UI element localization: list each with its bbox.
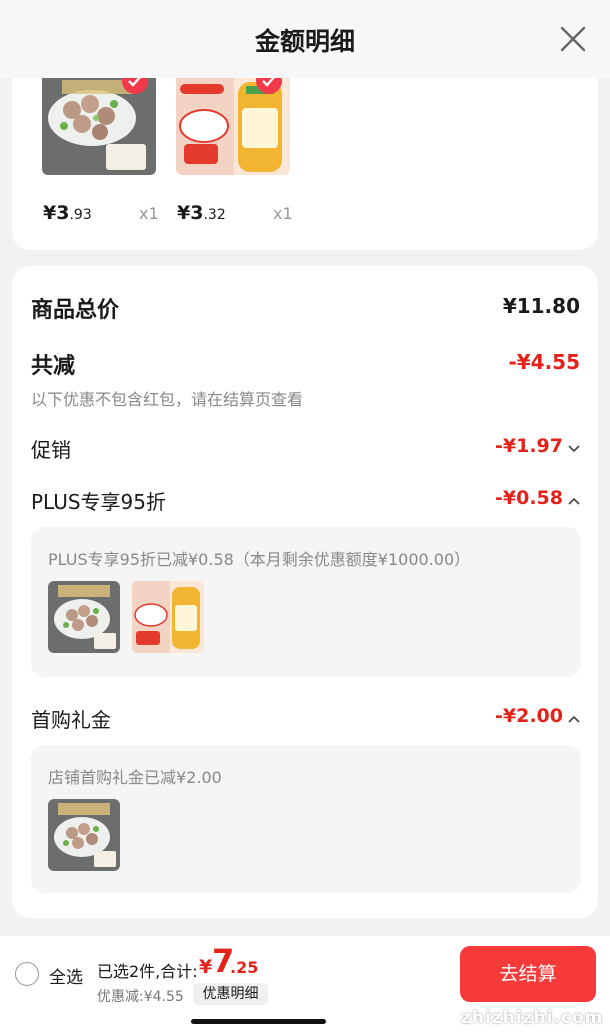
reduce-note: 以下优惠不包含红包，请在结算页查看 xyxy=(31,390,304,409)
chevron-up-icon xyxy=(566,488,580,510)
price-decimal: .32 xyxy=(203,207,226,223)
gift-label: 首购礼金 xyxy=(31,708,111,732)
discount-summary: 优惠减:¥4.55 xyxy=(97,989,184,1005)
total-price-label: 商品总价 xyxy=(31,298,120,323)
watermark: zhizhizhi.com xyxy=(461,1008,604,1028)
item-price: ¥3.32 xyxy=(177,202,226,224)
page-title: 金额明细 xyxy=(254,27,355,56)
select-all-label[interactable]: 全选 xyxy=(49,963,83,988)
total-reduce-value: -¥4.55 xyxy=(508,350,580,374)
price-symbol: ¥ xyxy=(177,202,191,224)
product-card: ¥3.93 x1 ¥3.32 x1 xyxy=(12,78,598,250)
product-image-broth[interactable] xyxy=(176,78,290,175)
checkout-button[interactable]: 去结算 xyxy=(460,946,596,1002)
price-integer: 3 xyxy=(190,202,204,224)
product-image-meatballs[interactable] xyxy=(42,78,156,175)
item-price: ¥3.93 xyxy=(43,202,92,224)
close-icon[interactable] xyxy=(558,24,588,54)
promo-label: 促销 xyxy=(31,438,71,462)
total-symbol: ¥ xyxy=(199,956,213,978)
product-thumb-meatballs xyxy=(48,799,120,871)
price-symbol: ¥ xyxy=(43,202,57,224)
product-thumb-broth xyxy=(132,581,204,653)
gift-value: -¥2.00 xyxy=(495,705,563,727)
header: 金额明细 xyxy=(0,0,610,78)
plus-detail-panel: PLUS专享95折已减¥0.58（本月剩余优惠额度¥1000.00） xyxy=(31,527,581,677)
discount-detail-button[interactable]: 优惠明细 xyxy=(193,983,268,1005)
total-reduce-label: 共减 xyxy=(31,354,76,379)
plus-value: -¥0.58 xyxy=(495,487,563,509)
plus-row[interactable]: -¥0.58 xyxy=(495,487,580,510)
plus-detail-text: PLUS专享95折已减¥0.58（本月剩余优惠额度¥1000.00） xyxy=(48,550,471,569)
item-quantity: x1 xyxy=(139,204,159,223)
price-summary-card: 商品总价 ¥11.80 共减 -¥4.55 以下优惠不包含红包，请在结算页查看 … xyxy=(12,266,598,918)
promo-row[interactable]: -¥1.97 xyxy=(495,435,580,458)
chevron-up-icon xyxy=(566,706,580,728)
item-quantity: x1 xyxy=(273,204,293,223)
gift-row[interactable]: -¥2.00 xyxy=(495,705,580,728)
price-integer: 3 xyxy=(56,202,70,224)
gift-detail-panel: 店铺首购礼金已减¥2.00 xyxy=(31,745,581,893)
product-thumb-meatballs xyxy=(48,581,120,653)
chevron-down-icon xyxy=(566,436,580,458)
home-indicator xyxy=(191,1019,326,1024)
selected-count: 已选2件,合计: xyxy=(97,962,198,981)
total-decimal: .25 xyxy=(230,958,259,977)
gift-detail-text: 店铺首购礼金已减¥2.00 xyxy=(48,768,222,787)
promo-value: -¥1.97 xyxy=(495,435,563,457)
select-all-radio[interactable] xyxy=(15,962,39,986)
total-price-value: ¥11.80 xyxy=(502,294,580,318)
price-decimal: .93 xyxy=(69,207,92,223)
plus-label: PLUS专享95折 xyxy=(31,490,166,514)
